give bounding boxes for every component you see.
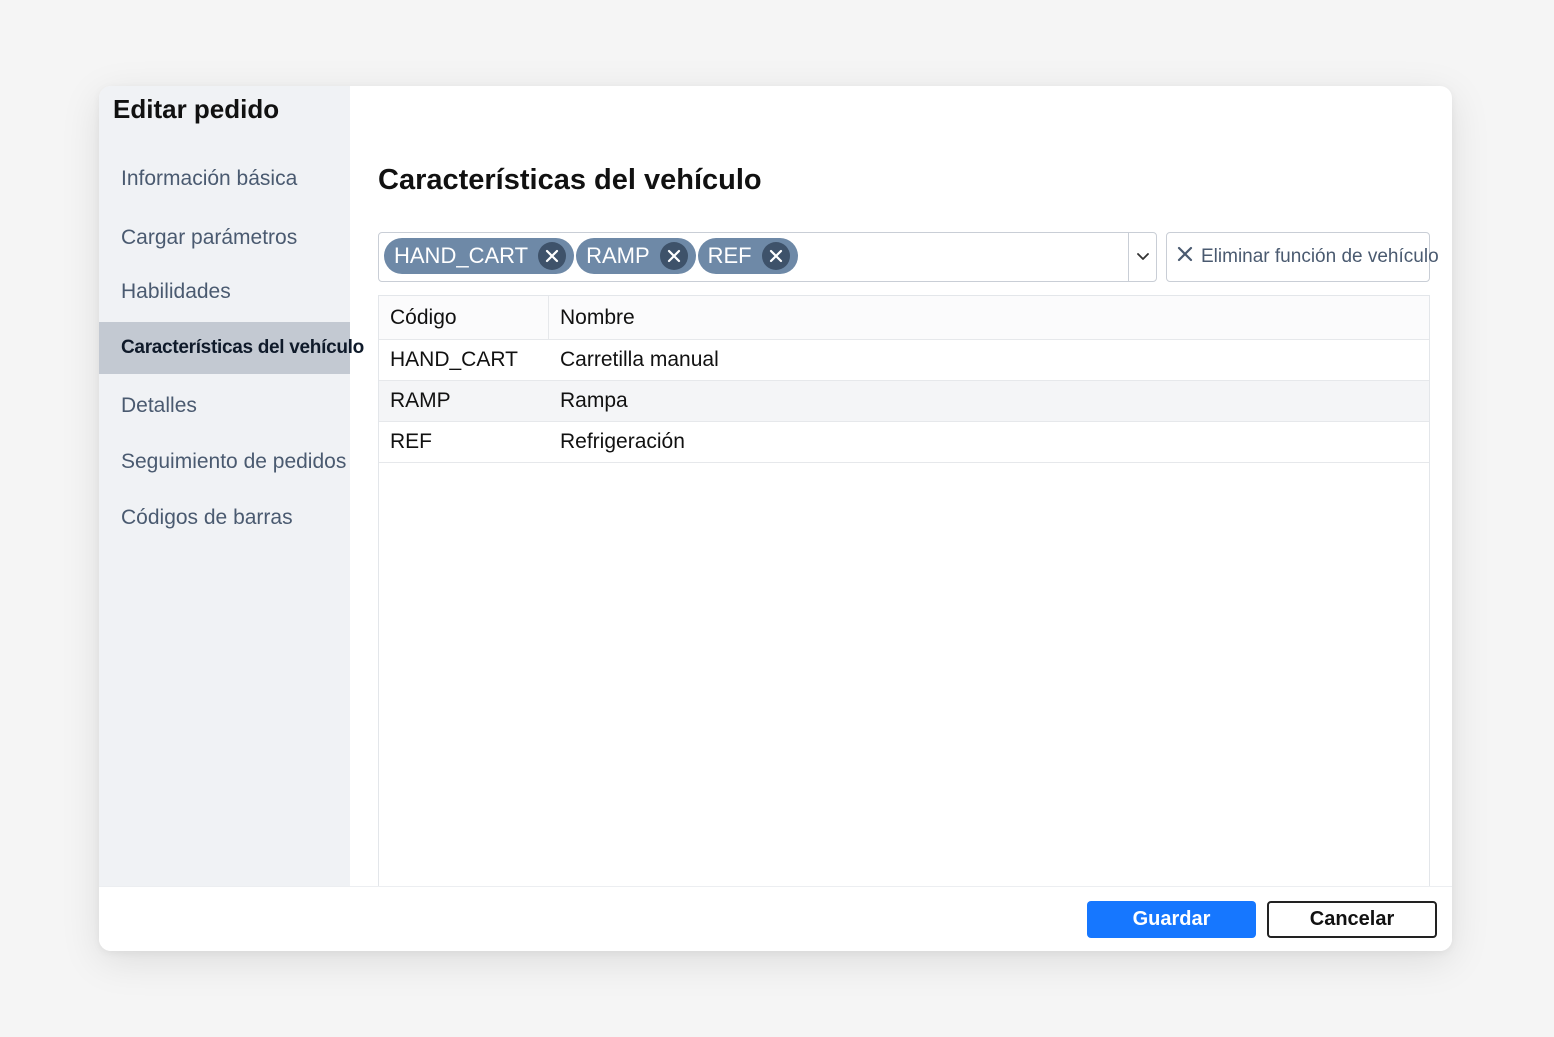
cancel-button[interactable]: Cancelar — [1267, 901, 1437, 938]
tag-hand-cart: HAND_CART — [384, 238, 575, 274]
main-content: Características del vehículo HAND_CART R… — [350, 86, 1452, 890]
sidebar-item-informacion-basica[interactable]: Información básica — [99, 153, 350, 205]
close-icon[interactable] — [659, 242, 688, 270]
cell-nombre: Carretilla manual — [560, 348, 719, 371]
table-row[interactable]: REF Refrigeración — [379, 422, 1429, 463]
sidebar-item-detalles[interactable]: Detalles — [99, 380, 350, 432]
tag-label: REF — [707, 243, 752, 268]
tag-ramp: RAMP — [576, 238, 696, 274]
dropdown-toggle[interactable] — [1128, 233, 1156, 281]
cell-codigo: REF — [390, 430, 432, 453]
close-icon[interactable] — [761, 242, 790, 270]
tag-label: HAND_CART — [394, 243, 529, 268]
tag-ref: REF — [697, 238, 798, 274]
table-row[interactable]: RAMP Rampa — [379, 381, 1429, 422]
cell-codigo: RAMP — [390, 389, 451, 412]
remove-vehicle-feature-label: Eliminar función de vehículo — [1201, 246, 1439, 267]
sidebar-item-seguimiento-pedidos[interactable]: Seguimiento de pedidos — [99, 436, 350, 488]
section-title: Características del vehículo — [378, 164, 762, 196]
sidebar: Editar pedido Información básica Cargar … — [99, 86, 364, 886]
vehicle-features-table: Código Nombre HAND_CART Carretilla manua… — [378, 295, 1430, 890]
sidebar-item-codigos-barras[interactable]: Códigos de barras — [99, 492, 350, 544]
close-icon[interactable] — [538, 242, 567, 270]
column-header-codigo[interactable]: Código — [379, 296, 549, 339]
dialog-title: Editar pedido — [113, 94, 280, 124]
dialog-footer: Guardar Cancelar — [99, 886, 1452, 951]
selected-tags: HAND_CART RAMP REF — [384, 238, 798, 274]
chevron-down-icon — [1136, 248, 1149, 266]
vehicle-feature-select[interactable]: HAND_CART RAMP REF — [378, 232, 1157, 282]
remove-vehicle-feature-button[interactable]: Eliminar función de vehículo — [1166, 232, 1439, 282]
table-row[interactable]: HAND_CART Carretilla manual — [379, 340, 1429, 381]
tag-label: RAMP — [586, 243, 650, 268]
cell-codigo: HAND_CART — [390, 348, 518, 371]
cell-nombre: Rampa — [560, 389, 628, 412]
sidebar-item-caracteristicas-vehiculo[interactable]: Características del vehículo — [99, 322, 364, 374]
sidebar-item-cargar-parametros[interactable]: Cargar parámetros — [99, 212, 350, 264]
cell-nombre: Refrigeración — [560, 430, 685, 453]
save-button[interactable]: Guardar — [1087, 901, 1256, 938]
close-icon — [1177, 246, 1193, 268]
sidebar-item-habilidades[interactable]: Habilidades — [99, 266, 350, 318]
edit-order-dialog: Editar pedido Información básica Cargar … — [99, 86, 1452, 951]
table-header: Código Nombre — [379, 296, 1429, 340]
column-header-nombre[interactable]: Nombre — [549, 296, 1429, 339]
